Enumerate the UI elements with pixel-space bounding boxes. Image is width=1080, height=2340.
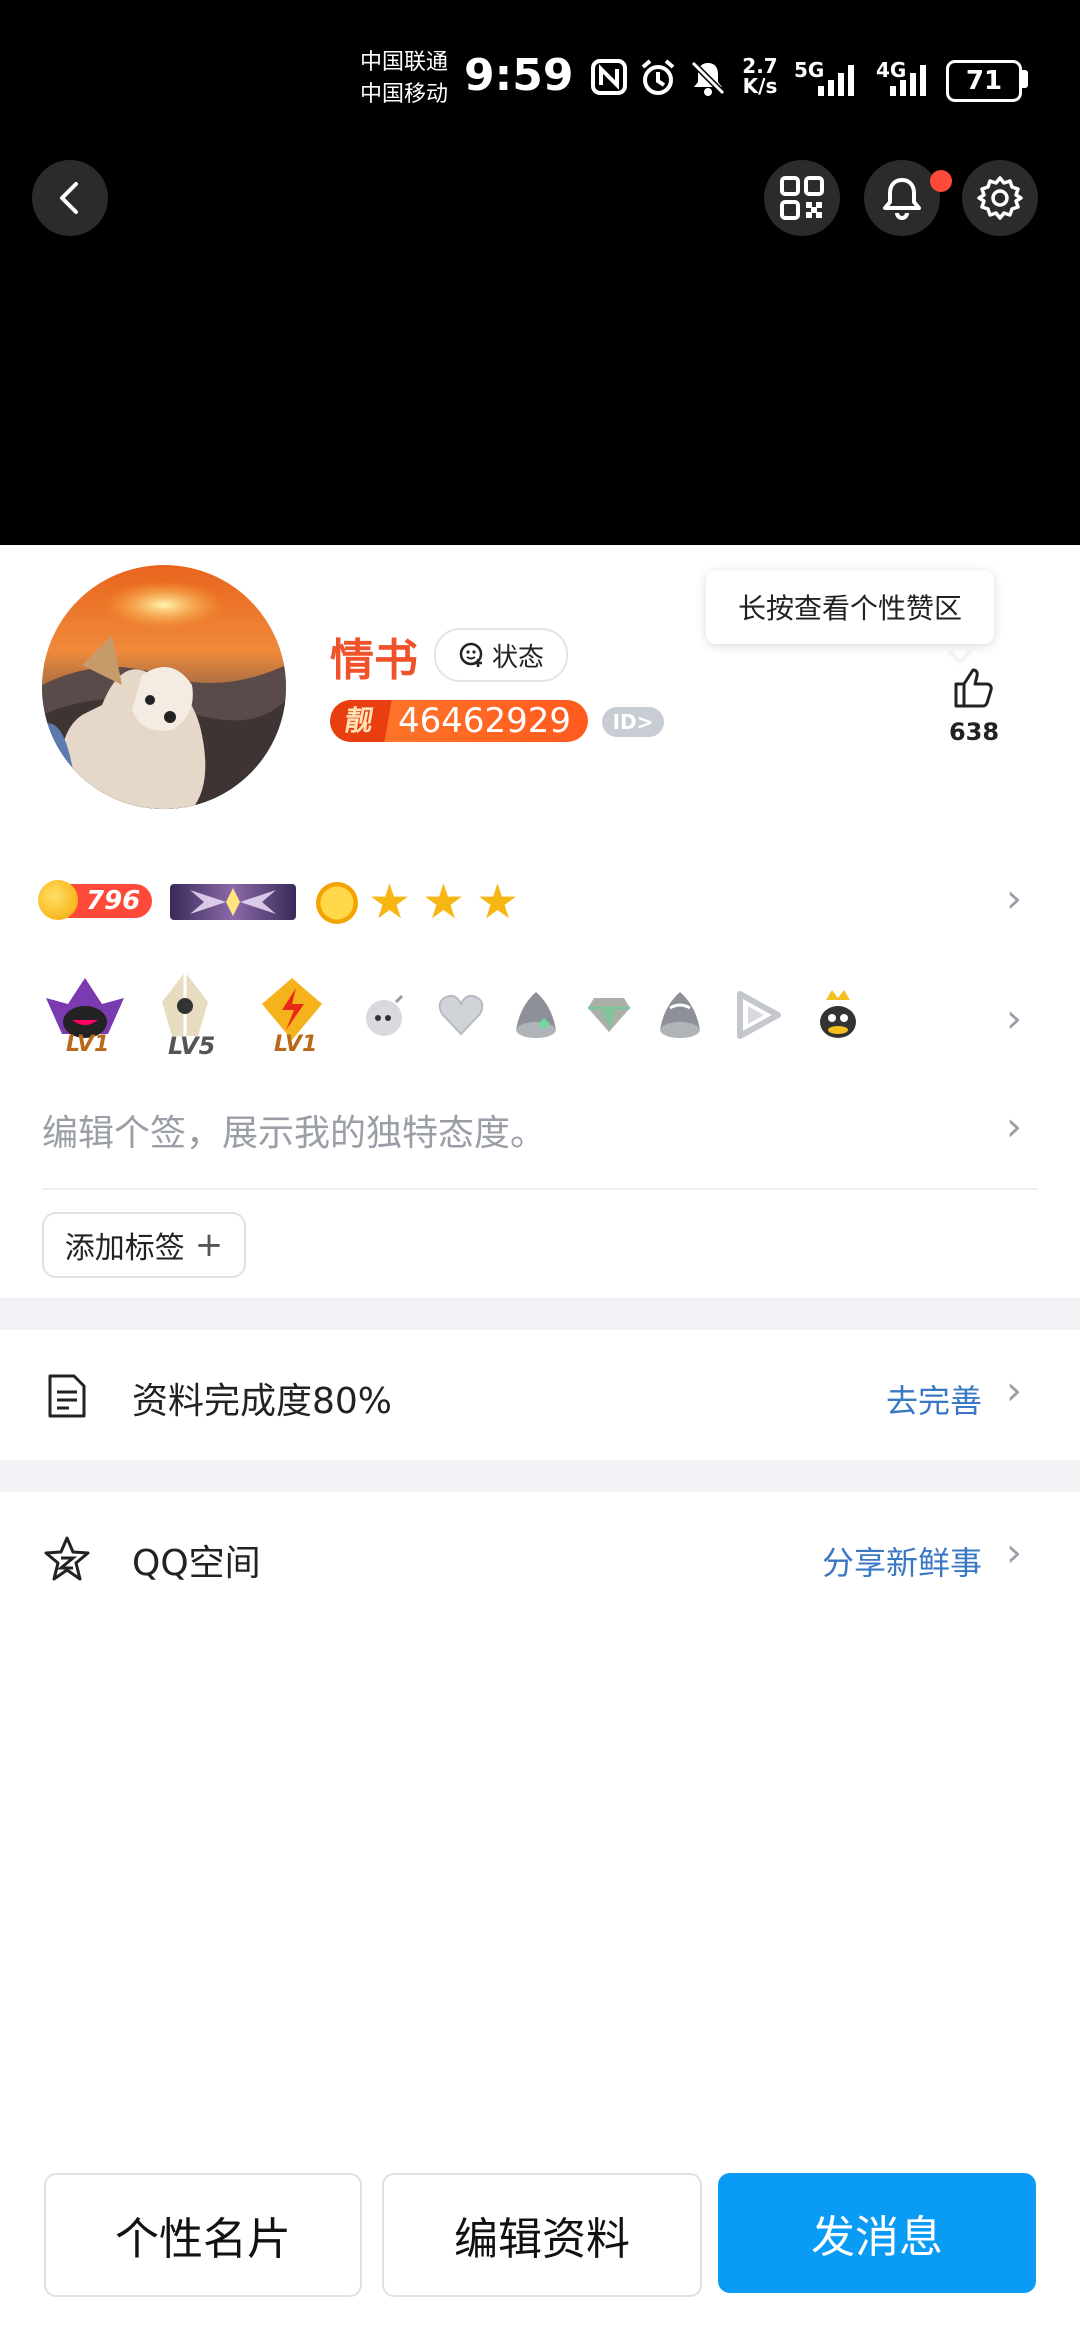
battery-cap <box>1022 70 1028 88</box>
bell-icon <box>883 178 921 220</box>
penguin-gray-icon <box>508 986 564 1046</box>
completeness-link[interactable]: 去完善 <box>886 1376 982 1422</box>
section-gap-2 <box>0 1460 1080 1492</box>
vip-badge[interactable] <box>170 884 296 920</box>
completeness-label: 资料完成度80% <box>132 1381 393 1422</box>
qzone-chevron-icon: › <box>1006 1530 1022 1576</box>
like-button[interactable] <box>950 664 996 714</box>
qzone-link[interactable]: 分享新鲜事 <box>822 1538 982 1584</box>
signature-field[interactable]: 编辑个签，展示我的独特态度。 <box>42 1104 546 1156</box>
medal-1-level: LV1 <box>66 1032 110 1057</box>
completeness-row[interactable]: 资料完成度80% 去完善 › <box>0 1330 1080 1460</box>
star-icon-2: ★ <box>422 874 466 930</box>
sun-icon <box>316 882 358 924</box>
signal-icon-1 <box>796 62 862 102</box>
profile-card-button[interactable]: 个性名片 <box>44 2173 362 2297</box>
plus-icon: + <box>194 1225 224 1265</box>
clock: 9:59 <box>464 50 574 101</box>
notification-button[interactable] <box>864 160 940 236</box>
qr-code-icon <box>780 176 824 220</box>
level-row-chevron-icon[interactable]: › <box>1006 876 1022 922</box>
liang-label: 靓 <box>330 700 392 742</box>
coin-icon <box>38 880 78 920</box>
nickname: 情书 <box>330 635 418 686</box>
qzone-star-icon <box>42 1534 92 1588</box>
qzone-label: QQ空间 <box>132 1543 261 1584</box>
like-count: 638 <box>948 718 1000 746</box>
star-icon-3: ★ <box>476 874 520 930</box>
avatar[interactable] <box>42 565 286 809</box>
alarm-icon <box>638 58 678 102</box>
back-button[interactable] <box>32 160 108 236</box>
qzone-row[interactable]: QQ空间 分享新鲜事 › <box>0 1492 1080 1622</box>
diamond-icon <box>586 994 632 1038</box>
send-message-button[interactable]: 发消息 <box>718 2173 1036 2293</box>
level-value: 796 <box>86 886 141 916</box>
qr-code-button[interactable] <box>764 160 840 236</box>
avatar-image <box>42 565 286 809</box>
medal-wall[interactable]: LV1 LV5 LV1 <box>42 972 922 1064</box>
divider <box>42 1188 1038 1190</box>
carrier-primary: 中国联通 <box>360 50 449 75</box>
battery-indicator: 71 <box>946 60 1022 102</box>
nfc-icon <box>590 58 628 100</box>
level-badge[interactable]: 796 <box>38 880 152 920</box>
qq-number: 46462929 <box>398 701 572 741</box>
document-icon <box>44 1372 90 1424</box>
back-arrow-icon <box>60 182 78 214</box>
signal-icon-2 <box>878 62 934 102</box>
star-icon-1: ★ <box>368 874 412 930</box>
like-tooltip: 长按查看个性赞区 <box>706 570 994 644</box>
qq-number-badge[interactable]: 靓 46462929 <box>330 700 588 742</box>
play-icon <box>730 990 782 1044</box>
status-icon <box>459 642 483 667</box>
thumbs-up-icon <box>954 668 993 708</box>
status-button[interactable]: 状态 <box>434 628 568 682</box>
medal-2-level: LV5 <box>168 1032 216 1060</box>
bomb-icon <box>360 990 410 1044</box>
net-speed-unit: K/s <box>742 74 778 98</box>
signature-chevron-icon[interactable]: › <box>1006 1104 1022 1150</box>
net-speed: 2.7 K/s <box>740 56 780 96</box>
net-speed-value: 2.7 <box>742 54 778 78</box>
edit-profile-button[interactable]: 编辑资料 <box>382 2173 702 2297</box>
vip-wings-icon <box>190 888 276 916</box>
notification-dot <box>930 170 952 192</box>
status-label: 状态 <box>491 642 544 673</box>
add-tag-label: 添加标签 <box>64 1231 185 1266</box>
section-gap-1 <box>0 1298 1080 1330</box>
settings-button[interactable] <box>962 160 1038 236</box>
crown-penguin-icon <box>812 986 864 1046</box>
completeness-chevron-icon: › <box>1006 1368 1022 1414</box>
id-chip[interactable]: ID> <box>602 707 664 737</box>
medal-row-chevron-icon[interactable]: › <box>1006 996 1022 1042</box>
penguin-gray-icon-2 <box>652 986 708 1046</box>
gear-icon <box>977 176 1023 220</box>
carrier-secondary: 中国移动 <box>360 82 449 107</box>
add-tag-button[interactable]: 添加标签 + <box>42 1212 246 1278</box>
medal-3-level: LV1 <box>274 1032 318 1057</box>
mute-icon <box>688 58 728 102</box>
heart-icon <box>436 992 486 1042</box>
